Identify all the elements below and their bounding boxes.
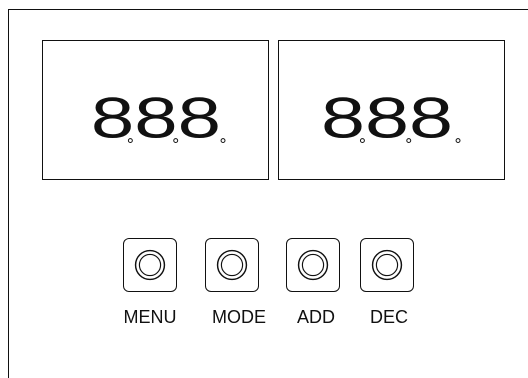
decimal-point	[455, 138, 461, 144]
menu-label: MENU	[123, 307, 177, 327]
seven-segment-readout-left: 888	[91, 87, 226, 151]
controller-panel: 888 888 MENU MODE ADD DEC	[0, 0, 528, 378]
add-button[interactable]	[286, 238, 340, 292]
round-knob-icon	[297, 249, 329, 281]
digit-group: 888	[321, 87, 453, 151]
menu-button[interactable]	[123, 238, 177, 292]
panel-border-left	[8, 9, 9, 378]
seven-segment-readout-right: 888	[321, 87, 461, 151]
dec-button[interactable]	[360, 238, 414, 292]
add-label: ADD	[296, 307, 335, 327]
round-knob-icon	[216, 249, 248, 281]
dec-label: DEC	[369, 307, 408, 327]
round-knob-icon	[134, 249, 166, 281]
round-knob-icon	[371, 249, 403, 281]
panel-border-top	[8, 9, 528, 10]
mode-label: MODE	[212, 307, 266, 327]
decimal-point	[220, 138, 226, 144]
display-left: 888	[42, 40, 269, 180]
mode-button[interactable]	[205, 238, 259, 292]
digit-group: 888	[91, 87, 221, 151]
display-right: 888	[278, 40, 505, 180]
